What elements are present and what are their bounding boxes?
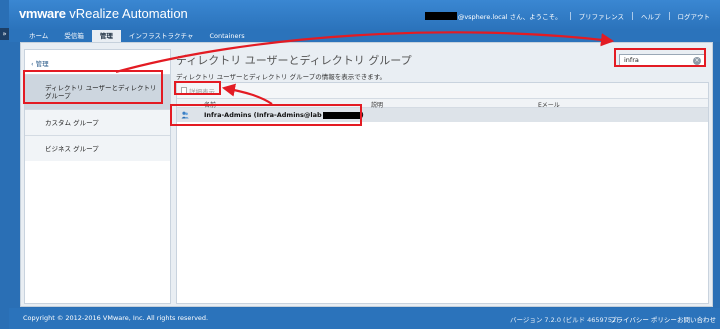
tab-administration[interactable]: 管理 <box>91 30 121 42</box>
tab-inbox[interactable]: 受信箱 <box>56 30 92 42</box>
redacted-domain <box>322 111 361 119</box>
sidebar-item-label: ビジネス グループ <box>45 144 99 153</box>
header: vmware vRealize Automation @vsphere.loca… <box>9 0 720 30</box>
preferences-link[interactable]: プリファレンス <box>579 11 624 21</box>
toolbar: 詳細表示 <box>177 83 708 99</box>
page-description: ディレクトリ ユーザーとディレクトリ グループの情報を表示できます。 <box>176 73 387 81</box>
copyright-text: Copyright © 2012-2016 VMware, Inc. All r… <box>23 314 209 322</box>
sidebar-item-directory-users-groups[interactable]: ディレクトリ ユーザーとディレクトリ グループ <box>25 74 170 109</box>
back-label: 管理 <box>35 60 49 68</box>
brand-product: vRealize Automation <box>69 6 188 21</box>
brand-ware: ware <box>37 6 66 21</box>
group-icon <box>181 111 189 119</box>
table-row[interactable]: Infra-Admins (Infra-Admins@lab) <box>177 108 708 122</box>
main-tabs: ホーム 受信箱 管理 インフラストラクチャ Containers <box>9 30 720 42</box>
tab-home[interactable]: ホーム <box>21 30 56 42</box>
tab-infrastructure[interactable]: インフラストラクチャ <box>121 30 202 42</box>
sidebar-item-label-line2: グループ <box>45 92 71 100</box>
details-button[interactable]: 詳細表示 <box>181 86 215 96</box>
footer: Copyright © 2012-2016 VMware, Inc. All r… <box>9 308 720 329</box>
content-area: ‹ 管理 ディレクトリ ユーザーとディレクトリ グループ カスタム グループ ビ… <box>20 42 713 307</box>
user-bar: @vsphere.local さん、ようこそ。 プリファレンス ヘルプ ログアウ… <box>424 11 711 21</box>
sidebar-item-business-groups[interactable]: ビジネス グループ <box>25 135 170 161</box>
row-name: Infra-Admins (Infra-Admins@lab) <box>204 111 364 119</box>
redacted-username <box>424 12 457 20</box>
search-input[interactable]: infra × <box>619 54 705 67</box>
sidebar-item-custom-groups[interactable]: カスタム グループ <box>25 109 170 135</box>
sidebar: ‹ 管理 ディレクトリ ユーザーとディレクトリ グループ カスタム グループ ビ… <box>24 49 171 304</box>
results-panel: 詳細表示 名前 説明 Eメール Infra-Admins (Infra-Admi… <box>176 82 709 304</box>
privacy-policy-link[interactable]: プライバシー ポリシー <box>610 314 677 324</box>
version-text: バージョン 7.2.0 (ビルド 4659752) <box>510 316 619 324</box>
contact-link[interactable]: お問い合わせ <box>677 314 716 324</box>
logout-link[interactable]: ログアウト <box>678 11 711 21</box>
brand-logo: vmware vRealize Automation <box>19 6 188 22</box>
expand-sidebar-icon[interactable]: » <box>0 28 9 40</box>
sidebar-item-label-line1: ディレクトリ ユーザーとディレクトリ <box>45 84 157 92</box>
welcome-text: @vsphere.local さん、ようこそ。 <box>457 13 562 21</box>
sidebar-item-label: カスタム グループ <box>45 118 99 127</box>
table-header: 名前 説明 Eメール <box>177 99 708 109</box>
row-name-suffix: ) <box>360 111 364 119</box>
document-icon <box>181 87 187 95</box>
brand-vm: vm <box>19 6 38 21</box>
back-link[interactable]: ‹ 管理 <box>31 58 49 68</box>
help-link[interactable]: ヘルプ <box>641 11 661 21</box>
details-label: 詳細表示 <box>189 88 215 96</box>
main-panel: ディレクトリ ユーザーとディレクトリ グループ ディレクトリ ユーザーとディレク… <box>176 49 709 304</box>
page-title: ディレクトリ ユーザーとディレクトリ グループ <box>176 54 412 67</box>
tab-containers[interactable]: Containers <box>201 30 252 42</box>
row-name-prefix: Infra-Admins (Infra-Admins@lab <box>204 111 322 119</box>
clear-search-icon[interactable]: × <box>693 57 701 65</box>
search-value: infra <box>624 56 639 64</box>
